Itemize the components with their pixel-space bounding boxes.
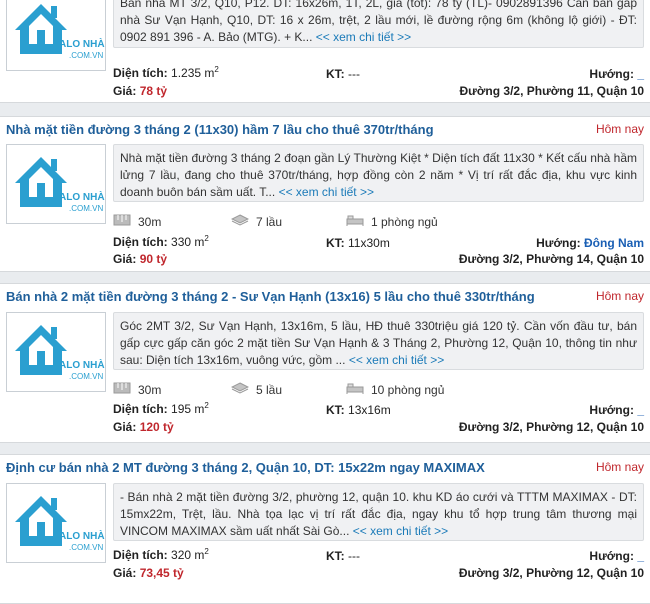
price-row: Giá: 78 tỷ [113,84,168,98]
logo-text: ALO NHÀ ĐẤT [59,37,106,50]
listing-address: Đường 3/2, Phường 14, Quận 10 [458,252,644,266]
price-row: Giá: 73,45 tỷ [113,566,184,580]
listing-date: Hôm nay [595,289,644,303]
svg-text:.COM.VN: .COM.VN [69,372,103,381]
floors-feature: 5 lầu [230,382,282,397]
listing-address: Đường 3/2, Phường 12, Quận 10 [458,566,644,580]
listing-date: Hôm nay [595,122,644,136]
listing-description: Góc 2MT 3/2, Sư Vạn Hạnh, 13x16m, 5 lầu,… [113,312,644,370]
view-details-link[interactable]: << xem chi tiết >> [279,185,374,199]
svg-text:.COM.VN: .COM.VN [69,543,103,552]
svg-text:.COM.VN: .COM.VN [69,204,103,213]
price-value: 120 tỷ [139,420,174,434]
listing-card: Nhà mặt tiền đường 3 tháng 2 (11x30) hầm… [0,116,650,272]
ruler-icon [113,382,131,397]
area-value: 330 m [171,235,205,249]
listing-title[interactable]: Bán nhà 2 mặt tiền đường 3 tháng 2 - Sư … [6,289,535,304]
view-details-link[interactable]: << xem chi tiết >> [353,524,448,538]
direction-row: Hướng: _ [589,403,644,417]
listing-card: ALO NHÀ ĐẤT .COM.VN Bán nhà MT 3/2, Q10,… [0,0,650,103]
frontage-feature: 30m [113,214,161,229]
frontage-feature: 30m [113,382,161,397]
area-row: Diện tích: 320 m2 [113,547,209,562]
listing-description: - Bán nhà 2 mặt tiền đường 3/2, phường 1… [113,483,644,541]
listing-card: Định cư bán nhà 2 MT đường 3 tháng 2, Qu… [0,454,650,604]
area-row: Diện tích: 1.235 m2 [113,65,219,80]
area-row: Diện tích: 195 m2 [113,401,209,416]
price-value: 90 tỷ [139,252,168,266]
listing-thumbnail[interactable]: ALO NHÀ ĐẤT .COM.VN [6,483,106,563]
alo-nha-dat-logo: ALO NHÀ ĐẤT .COM.VN [15,157,106,213]
logo-text: ALO NHÀ ĐẤT [59,529,106,542]
dimension-row: KT: --- [326,67,361,81]
alo-nha-dat-logo: ALO NHÀ ĐẤT .COM.VN [15,496,106,552]
listing-title[interactable]: Định cư bán nhà 2 MT đường 3 tháng 2, Qu… [6,460,485,475]
listing-date: Hôm nay [595,460,644,474]
bed-icon [346,382,364,397]
direction-row: Hướng: _ [589,549,644,563]
floors-icon [230,214,250,229]
bedrooms-feature: 1 phòng ngủ [346,214,438,229]
logo-text: ALO NHÀ ĐẤT [59,358,106,371]
listing-thumbnail[interactable]: ALO NHÀ ĐẤT .COM.VN [6,0,106,71]
alo-nha-dat-logo: ALO NHÀ ĐẤT .COM.VN [15,4,106,60]
price-row: Giá: 90 tỷ [113,252,168,266]
dimension-row: KT: 13x16m [326,403,391,417]
area-row: Diện tích: 330 m2 [113,234,209,249]
direction-row: Hướng: Đông Nam [536,236,644,250]
view-details-link[interactable]: << xem chi tiết >> [349,353,444,367]
listing-card: Bán nhà 2 mặt tiền đường 3 tháng 2 - Sư … [0,283,650,443]
listing-description: Nhà mặt tiền đường 3 tháng 2 đoạn gần Lý… [113,144,644,202]
floors-feature: 7 lầu [230,214,282,229]
floors-icon [230,382,250,397]
alo-nha-dat-logo: ALO NHÀ ĐẤT .COM.VN [15,325,106,381]
listing-title[interactable]: Nhà mặt tiền đường 3 tháng 2 (11x30) hầm… [6,122,434,137]
ruler-icon [113,214,131,229]
listing-thumbnail[interactable]: ALO NHÀ ĐẤT .COM.VN [6,144,106,224]
svg-text:.COM.VN: .COM.VN [69,51,103,60]
listing-description: Bán nhà MT 3/2, Q10, P12. DT: 16x26m, 1T… [113,0,644,48]
price-row: Giá: 120 tỷ [113,420,174,434]
area-value: 195 m [171,402,205,416]
area-value: 1.235 m [171,66,215,80]
dimension-row: KT: --- [326,549,361,563]
listing-address: Đường 3/2, Phường 12, Quận 10 [458,420,644,434]
bedrooms-feature: 10 phòng ngủ [346,382,444,397]
bed-icon [346,214,364,229]
price-value: 73,45 tỷ [139,566,184,580]
price-value: 78 tỷ [139,84,168,98]
logo-text: ALO NHÀ ĐẤT [59,190,106,203]
view-details-link[interactable]: << xem chi tiết >> [316,30,411,44]
listing-thumbnail[interactable]: ALO NHÀ ĐẤT .COM.VN [6,312,106,392]
listing-address: Đường 3/2, Phường 11, Quận 10 [459,84,644,98]
dimension-row: KT: 11x30m [326,236,390,250]
direction-row: Hướng: _ [589,67,644,81]
area-value: 320 m [171,548,205,562]
